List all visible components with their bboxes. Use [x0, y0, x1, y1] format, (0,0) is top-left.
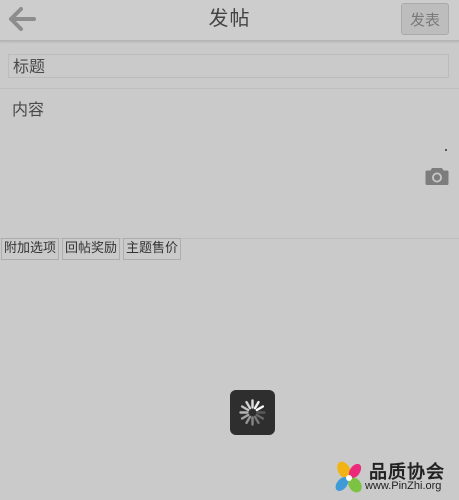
post-compose-screen: 发帖 发表 附加选项 回帖奖励 主题售价 品质协会: [0, 0, 459, 500]
content-input[interactable]: [8, 96, 416, 226]
tab-reply-reward[interactable]: 回帖奖励: [62, 238, 121, 260]
spinner-icon: [239, 399, 266, 426]
option-tabs: 附加选项 回帖奖励 主题售价: [1, 238, 182, 260]
watermark: 品质协会 www.PinZhi.org: [331, 460, 455, 496]
submit-button[interactable]: 发表: [401, 3, 449, 35]
header-bar: 发帖 发表: [0, 0, 459, 41]
cursor-dot: [445, 149, 447, 151]
subject-input[interactable]: [8, 54, 449, 78]
camera-button[interactable]: [425, 166, 449, 186]
spinner-spoke: [253, 400, 260, 410]
content-area: [0, 90, 459, 239]
spinner-spoke: [255, 405, 265, 412]
watermark-url: www.PinZhi.org: [365, 480, 442, 492]
tab-extra-options[interactable]: 附加选项: [1, 238, 60, 260]
spinner-spoke: [255, 413, 265, 420]
spinner-spoke: [240, 413, 250, 420]
page-title: 发帖: [208, 6, 251, 30]
spinner-spoke: [253, 415, 260, 425]
spinner-spoke: [245, 415, 252, 425]
spinner-spoke: [245, 400, 252, 410]
camera-icon: [425, 168, 449, 185]
pinzhi-logo-icon: [335, 461, 362, 493]
subject-row: [0, 48, 459, 89]
spinner-spoke: [240, 405, 250, 412]
tab-thread-price[interactable]: 主题售价: [123, 238, 182, 260]
loading-indicator: [230, 390, 275, 435]
